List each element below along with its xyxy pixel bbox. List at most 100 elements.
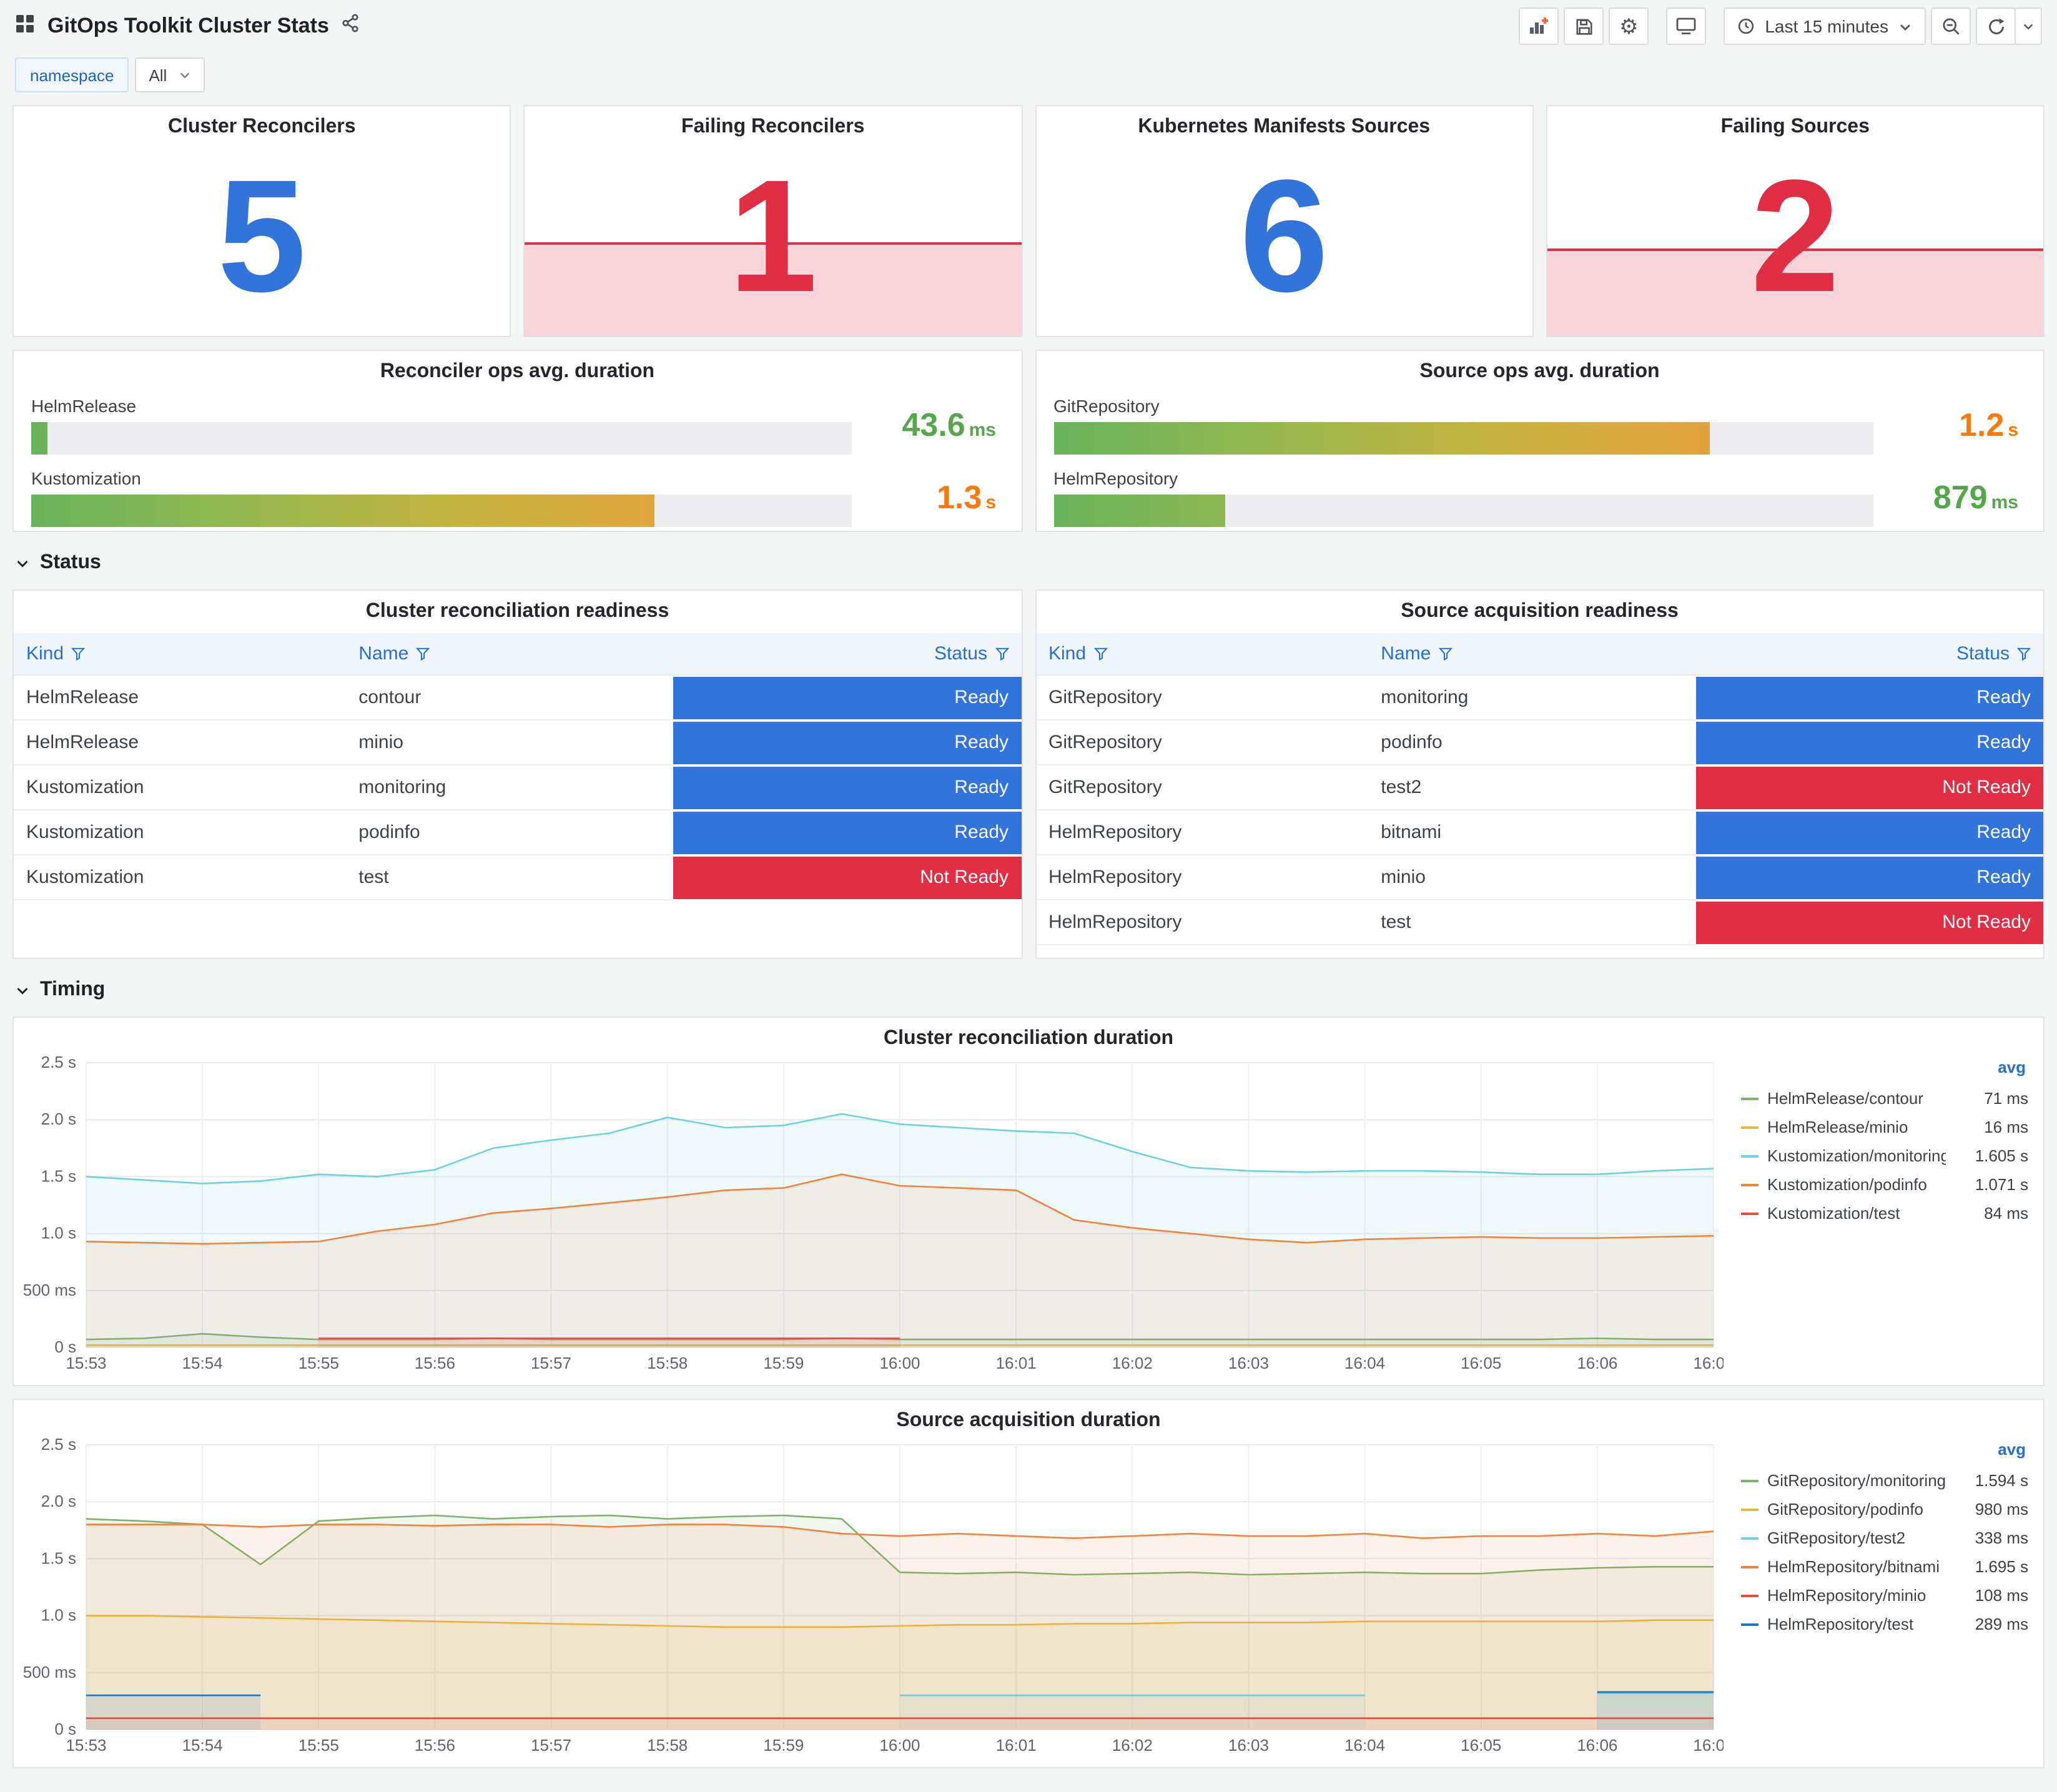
legend-series-swatch xyxy=(1741,1154,1759,1157)
legend-series-name[interactable]: Kustomization/test xyxy=(1767,1204,1946,1223)
legend-series-avg: 1.605 s xyxy=(1975,1146,2028,1165)
legend-series-name[interactable]: HelmRelease/contour xyxy=(1767,1089,1946,1108)
legend-series-name[interactable]: GitRepository/monitoring xyxy=(1767,1471,1946,1490)
column-header-name[interactable]: Name xyxy=(346,633,674,676)
panel-title[interactable]: Source acquisition readiness xyxy=(1036,591,2043,623)
panel-title[interactable]: Source ops avg. duration xyxy=(1036,351,2043,383)
cell-name: minio xyxy=(1368,855,1696,900)
svg-text:500 ms: 500 ms xyxy=(23,1663,76,1681)
legend-item: HelmRepository/minio 108 ms xyxy=(1741,1581,2028,1610)
stat-panel-failing-reconcilers: Failing Reconcilers 1 xyxy=(523,105,1022,337)
column-header-kind[interactable]: Kind xyxy=(1036,633,1369,676)
column-header-name[interactable]: Name xyxy=(1368,633,1696,676)
cell-status: Ready xyxy=(1695,810,2043,855)
legend-series-avg: 84 ms xyxy=(1984,1204,2028,1223)
stat-value: 2 xyxy=(1750,147,1840,326)
cell-name: minio xyxy=(346,720,674,766)
panel-title[interactable]: Cluster Reconcilers xyxy=(14,106,510,139)
legend-avg-header[interactable]: avg xyxy=(1741,1058,2028,1084)
refresh-button[interactable] xyxy=(1976,7,2016,45)
panel-title[interactable]: Failing Sources xyxy=(1547,106,2043,139)
cell-status: Ready xyxy=(1695,675,2043,721)
save-dashboard-button[interactable] xyxy=(1564,7,1604,45)
cell-status: Ready xyxy=(673,765,1021,810)
cell-status: Ready xyxy=(673,675,1021,721)
section-header-status[interactable]: Status xyxy=(12,544,2045,577)
table-row: GitRepository podinfo Ready xyxy=(1036,720,2043,766)
legend-series-avg: 980 ms xyxy=(1975,1500,2028,1519)
gauge-track xyxy=(1053,422,1873,455)
table-body: GitRepository monitoring Ready GitRepositor… xyxy=(1036,675,2043,945)
cell-name: test xyxy=(346,855,674,900)
panel-title[interactable]: Cluster reconciliation duration xyxy=(14,1018,2043,1050)
legend-item: GitRepository/podinfo 980 ms xyxy=(1741,1495,2028,1524)
time-range-picker[interactable]: Last 15 minutes xyxy=(1724,7,1926,45)
tv-mode-button[interactable] xyxy=(1666,7,1707,45)
legend-series-name[interactable]: HelmRelease/minio xyxy=(1767,1118,1946,1136)
legend-series-name[interactable]: Kustomization/podinfo xyxy=(1767,1175,1946,1194)
grafana-dashboard: GitOps Toolkit Cluster Stats ⚙ Last 15 m… xyxy=(0,0,2057,1792)
legend-series-swatch xyxy=(1741,1126,1759,1128)
column-header-kind[interactable]: Kind xyxy=(14,633,347,676)
dashboard-settings-button[interactable]: ⚙ xyxy=(1609,7,1649,45)
legend-series-name[interactable]: HelmRepository/test xyxy=(1767,1615,1946,1633)
legend: avg HelmRelease/contour 71 ms HelmRelease/… xyxy=(1724,1053,2036,1375)
status-badge: Not Ready xyxy=(1695,901,2043,943)
filter-icon xyxy=(1093,647,1108,661)
time-range-label: Last 15 minutes xyxy=(1765,16,1888,36)
plot-area[interactable]: 0 s 500 ms 1.0 s 1.5 s 2.0 s 2.5 s 15:53 15:54 1… xyxy=(16,1435,1734,1757)
svg-text:15:54: 15:54 xyxy=(182,1354,223,1372)
column-header-status[interactable]: Status xyxy=(673,633,1021,676)
svg-text:16:05: 16:05 xyxy=(1461,1736,1501,1755)
panel-title[interactable]: Reconciler ops avg. duration xyxy=(14,351,1021,383)
cell-kind: HelmRepository xyxy=(1036,810,1369,855)
table-row: HelmRepository test Not Ready xyxy=(1036,900,2043,945)
chart-row-1: Cluster reconciliation duration 0 s 500 m… xyxy=(12,1017,2045,1386)
legend-series-avg: 1.695 s xyxy=(1975,1557,2028,1576)
legend-series-name[interactable]: HelmRepository/bitnami xyxy=(1767,1557,1946,1576)
legend-series-name[interactable]: GitRepository/test2 xyxy=(1767,1529,1946,1547)
status-badge: Ready xyxy=(673,676,1021,719)
dashboard-grid-icon[interactable] xyxy=(15,13,35,39)
cell-kind: Kustomization xyxy=(14,765,347,810)
legend-series-avg: 16 ms xyxy=(1984,1118,2028,1136)
variable-namespace-label[interactable]: namespace xyxy=(15,57,129,92)
share-icon[interactable] xyxy=(342,14,360,39)
stats-row: Cluster Reconcilers 5 Failing Reconciler… xyxy=(12,105,2045,337)
status-badge: Ready xyxy=(1695,721,2043,764)
cell-kind: Kustomization xyxy=(14,855,347,900)
zoom-out-button[interactable] xyxy=(1931,7,1971,45)
panel-title[interactable]: Cluster reconciliation readiness xyxy=(14,591,1021,623)
svg-text:16:07: 16:07 xyxy=(1693,1354,1724,1372)
top-bar: GitOps Toolkit Cluster Stats ⚙ Last 15 m… xyxy=(0,0,2057,52)
gauge-row-kustomization: Kustomization 1.3 s xyxy=(31,468,1004,527)
tables-row: Cluster reconciliation readiness Kind Na… xyxy=(12,589,2045,959)
table-row: GitRepository monitoring Ready xyxy=(1036,675,2043,721)
plot-area[interactable]: 0 s 500 ms 1.0 s 1.5 s 2.0 s 2.5 s 15:53 15:54 1… xyxy=(16,1053,1734,1375)
panel-title[interactable]: Failing Reconcilers xyxy=(525,106,1021,139)
add-panel-button[interactable] xyxy=(1519,7,1559,45)
panel-title[interactable]: Source acquisition duration xyxy=(14,1400,2043,1432)
zoom-out-icon xyxy=(1941,17,1960,36)
section-header-timing[interactable]: Timing xyxy=(12,972,2045,1004)
gauge-bar xyxy=(31,422,48,455)
svg-text:15:55: 15:55 xyxy=(298,1354,339,1372)
variables-row: namespace All xyxy=(0,52,2057,105)
variable-namespace-picker[interactable]: All xyxy=(135,57,205,92)
legend-series-name[interactable]: HelmRepository/minio xyxy=(1767,1586,1946,1605)
legend-series-avg: 1.594 s xyxy=(1975,1471,2028,1490)
svg-text:15:59: 15:59 xyxy=(763,1736,804,1755)
table-panel-cluster-reconciliation-readiness: Cluster reconciliation readiness Kind Na… xyxy=(12,589,1022,959)
stat-value: 1 xyxy=(728,147,817,326)
cell-kind: HelmRelease xyxy=(14,675,347,721)
legend-series-avg: 289 ms xyxy=(1975,1615,2028,1633)
legend-series-name[interactable]: Kustomization/monitoring xyxy=(1767,1146,1946,1165)
column-header-status[interactable]: Status xyxy=(1695,633,2043,676)
legend-avg-header[interactable]: avg xyxy=(1741,1440,2028,1466)
panel-title[interactable]: Kubernetes Manifests Sources xyxy=(1036,106,1532,139)
refresh-interval-dropdown[interactable] xyxy=(2015,7,2042,45)
legend-series-swatch xyxy=(1741,1594,1759,1597)
legend-series-name[interactable]: GitRepository/podinfo xyxy=(1767,1500,1946,1519)
svg-text:16:06: 16:06 xyxy=(1577,1736,1617,1755)
status-badge: Ready xyxy=(673,811,1021,854)
